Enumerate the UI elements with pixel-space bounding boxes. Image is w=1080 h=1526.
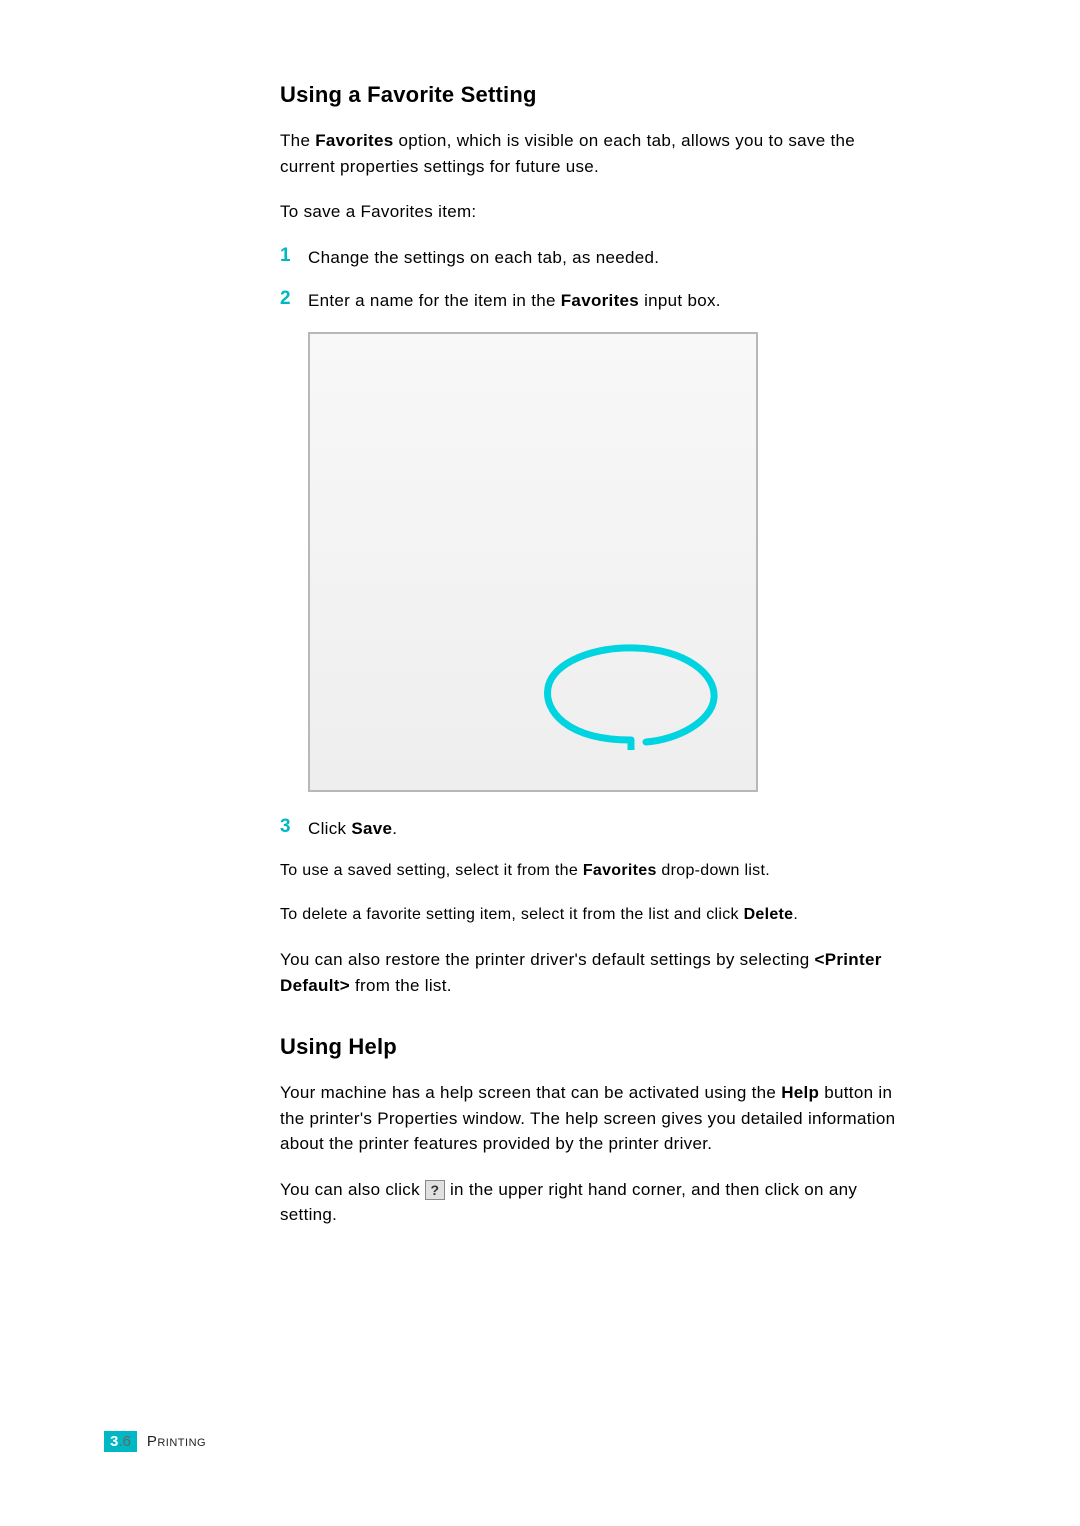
step-number: 2 xyxy=(280,288,308,314)
para-restore-default: You can also restore the printer driver'… xyxy=(280,947,900,998)
text-bold-save: Save xyxy=(351,819,392,838)
step-text: Change the settings on each tab, as need… xyxy=(308,245,659,271)
screenshot-placeholder xyxy=(308,332,758,792)
text-frag: . xyxy=(392,819,397,838)
para-to-save: To save a Favorites item: xyxy=(280,199,900,225)
section-heading-help: Using Help xyxy=(280,1034,900,1060)
text-bold-favorites: Favorites xyxy=(561,291,639,310)
step-2: 2 Enter a name for the item in the Favor… xyxy=(280,288,900,314)
para-help-click: You can also click ? in the upper right … xyxy=(280,1177,900,1228)
text-frag: input box. xyxy=(639,291,721,310)
para-use-saved: To use a saved setting, select it from t… xyxy=(280,859,900,883)
text-frag: Your machine has a help screen that can … xyxy=(280,1083,781,1102)
footer-section-title: Printing xyxy=(147,1433,206,1450)
para-favorites-intro: The Favorites option, which is visible o… xyxy=(280,128,900,179)
text-frag: To use a saved setting, select it from t… xyxy=(280,862,583,879)
text-frag: Enter a name for the item in the xyxy=(308,291,561,310)
text-frag: from the list. xyxy=(350,976,452,995)
step-number: 1 xyxy=(280,245,308,271)
text-frag: To delete a favorite setting item, selec… xyxy=(280,906,744,923)
text-bold-favorites: Favorites xyxy=(315,131,393,150)
page-footer: 3.6 Printing xyxy=(104,1431,206,1452)
text-bold-help: Help xyxy=(781,1083,819,1102)
text-frag: You can also click xyxy=(280,1180,425,1199)
step-text: Enter a name for the item in the Favorit… xyxy=(308,288,721,314)
text-bold-delete: Delete xyxy=(744,906,794,923)
step-1: 1 Change the settings on each tab, as ne… xyxy=(280,245,900,271)
text-frag: The xyxy=(280,131,315,150)
step-text: Click Save. xyxy=(308,816,397,842)
text-frag: . xyxy=(793,906,798,923)
text-frag: Click xyxy=(308,819,351,838)
annotation-circle-icon xyxy=(536,640,726,750)
text-frag: drop-down list. xyxy=(657,862,770,879)
text-bold-favorites: Favorites xyxy=(583,862,657,879)
para-delete-favorite: To delete a favorite setting item, selec… xyxy=(280,903,900,927)
footer-page-number: .6 xyxy=(118,1433,131,1450)
section-heading-favorite: Using a Favorite Setting xyxy=(280,82,900,108)
para-help-intro: Your machine has a help screen that can … xyxy=(280,1080,900,1157)
step-number: 3 xyxy=(280,816,308,842)
text-frag: You can also restore the printer driver'… xyxy=(280,950,815,969)
help-question-icon: ? xyxy=(425,1180,445,1200)
footer-chapter-badge: 3.6 xyxy=(104,1431,137,1452)
step-3: 3 Click Save. xyxy=(280,816,900,842)
